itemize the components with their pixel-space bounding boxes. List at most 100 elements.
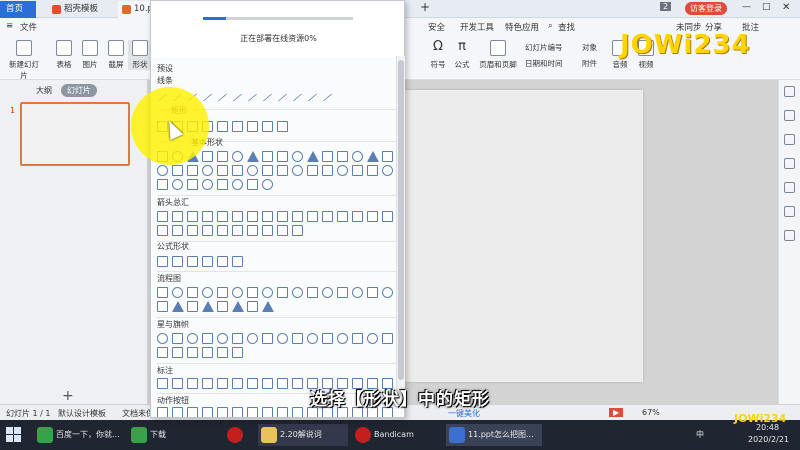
shape-option[interactable] [187, 407, 198, 417]
shape-option[interactable] [172, 179, 183, 190]
shape-option[interactable] [217, 256, 228, 267]
shape-option[interactable] [217, 287, 228, 298]
shape-option[interactable] [172, 301, 184, 312]
shape-option[interactable] [217, 165, 228, 176]
shape-option[interactable] [307, 93, 318, 102]
shape-option[interactable] [157, 256, 168, 267]
close-icon[interactable]: ✕ [782, 2, 790, 13]
shape-option[interactable] [277, 333, 288, 344]
shape-option[interactable] [232, 93, 243, 102]
minimize-icon[interactable]: — [742, 2, 751, 12]
scrollbar-thumb[interactable] [398, 60, 404, 380]
shape-option[interactable] [172, 378, 183, 389]
shape-option[interactable] [202, 151, 213, 162]
shape-option[interactable] [157, 211, 168, 222]
shape-option[interactable] [187, 287, 198, 298]
table-button[interactable]: 表格 [52, 40, 76, 70]
tab-features[interactable]: 特色应用 [505, 21, 539, 33]
maximize-icon[interactable]: □ [762, 2, 771, 12]
shape-option[interactable] [247, 225, 258, 236]
shape-option[interactable] [187, 347, 198, 358]
shape-option[interactable] [262, 333, 273, 344]
zoom-level[interactable]: 67% [642, 408, 660, 417]
taskbar-item-folder[interactable]: 2.20解说词 [258, 424, 348, 446]
shape-option[interactable] [172, 225, 183, 236]
tab-document[interactable]: 10.ppt [118, 1, 162, 18]
shape-option[interactable] [232, 256, 243, 267]
shape-option[interactable] [247, 179, 258, 190]
shape-option[interactable] [217, 347, 228, 358]
picture-button[interactable]: 图片 [78, 40, 102, 70]
play-icon[interactable]: ▶ [609, 408, 624, 417]
shape-option[interactable] [202, 93, 213, 102]
shape-option[interactable] [247, 333, 258, 344]
shape-option[interactable] [307, 211, 318, 222]
tab-developer[interactable]: 开发工具 [460, 21, 494, 33]
shape-option[interactable] [172, 256, 183, 267]
shape-option[interactable] [172, 287, 183, 298]
date-time-button[interactable]: 日期和时间 [525, 58, 575, 69]
shapes-scrollbar[interactable] [396, 56, 405, 396]
shape-option[interactable] [232, 347, 243, 358]
shape-option[interactable] [382, 333, 393, 344]
screenshot-button[interactable]: 截屏 [104, 40, 128, 70]
taskbar-item-download[interactable]: 下载 [128, 424, 218, 446]
shape-option[interactable] [217, 225, 228, 236]
tab-template[interactable]: 稻壳模板 [48, 1, 118, 18]
shape-option[interactable] [217, 211, 228, 222]
shape-option[interactable] [262, 121, 273, 132]
shape-option[interactable] [337, 333, 348, 344]
shape-option[interactable] [172, 165, 183, 176]
star-icon[interactable] [784, 134, 795, 145]
shape-option[interactable] [232, 301, 244, 312]
new-tab-icon[interactable]: + [420, 0, 430, 14]
shape-option[interactable] [187, 179, 198, 190]
shape-option[interactable] [202, 225, 213, 236]
tab-search[interactable]: 查找 [558, 21, 575, 33]
shape-option[interactable] [172, 211, 183, 222]
login-button[interactable]: 访客登录 [685, 2, 727, 15]
shape-option[interactable] [352, 287, 363, 298]
shape-option[interactable] [337, 287, 348, 298]
shape-option[interactable] [157, 165, 168, 176]
menu-icon[interactable]: ≡ [6, 21, 13, 31]
shape-option[interactable] [202, 301, 214, 312]
shape-option[interactable] [322, 93, 333, 102]
object-button[interactable]: 对象 [582, 42, 607, 53]
shape-option[interactable] [202, 256, 213, 267]
tab-security[interactable]: 安全 [428, 21, 445, 33]
shape-option[interactable] [202, 179, 213, 190]
shape-option[interactable] [352, 165, 363, 176]
shape-option[interactable] [247, 93, 258, 102]
shape-option[interactable] [262, 93, 273, 102]
shape-option[interactable] [352, 211, 363, 222]
shape-option[interactable] [277, 165, 288, 176]
taskbar-item-bandicam[interactable]: Bandicam [352, 424, 442, 446]
shape-option[interactable] [187, 301, 198, 312]
animation-icon[interactable] [784, 158, 795, 169]
shape-option[interactable] [202, 333, 213, 344]
shape-option[interactable] [202, 347, 213, 358]
shape-option[interactable] [292, 225, 303, 236]
shape-option[interactable] [337, 151, 348, 162]
menu-file[interactable]: 文件 [20, 21, 37, 33]
shape-option[interactable] [232, 121, 243, 132]
shape-option[interactable] [292, 287, 303, 298]
symbol-button[interactable]: Ω 符号 [428, 40, 448, 70]
shape-option[interactable] [157, 225, 168, 236]
shape-option[interactable] [277, 225, 288, 236]
shape-option[interactable] [157, 179, 168, 190]
shape-option[interactable] [202, 165, 213, 176]
shape-option[interactable] [337, 165, 348, 176]
shape-option[interactable] [247, 151, 259, 162]
shape-option[interactable] [307, 165, 318, 176]
shape-option[interactable] [382, 165, 393, 176]
shape-option[interactable] [172, 407, 183, 417]
new-slide-button[interactable]: 新建幻灯片 [6, 40, 42, 81]
shape-option[interactable] [247, 287, 258, 298]
shape-option[interactable] [322, 151, 333, 162]
shape-option[interactable] [247, 165, 258, 176]
shape-option[interactable] [157, 301, 168, 312]
shape-option[interactable] [292, 211, 303, 222]
shape-option[interactable] [367, 165, 378, 176]
